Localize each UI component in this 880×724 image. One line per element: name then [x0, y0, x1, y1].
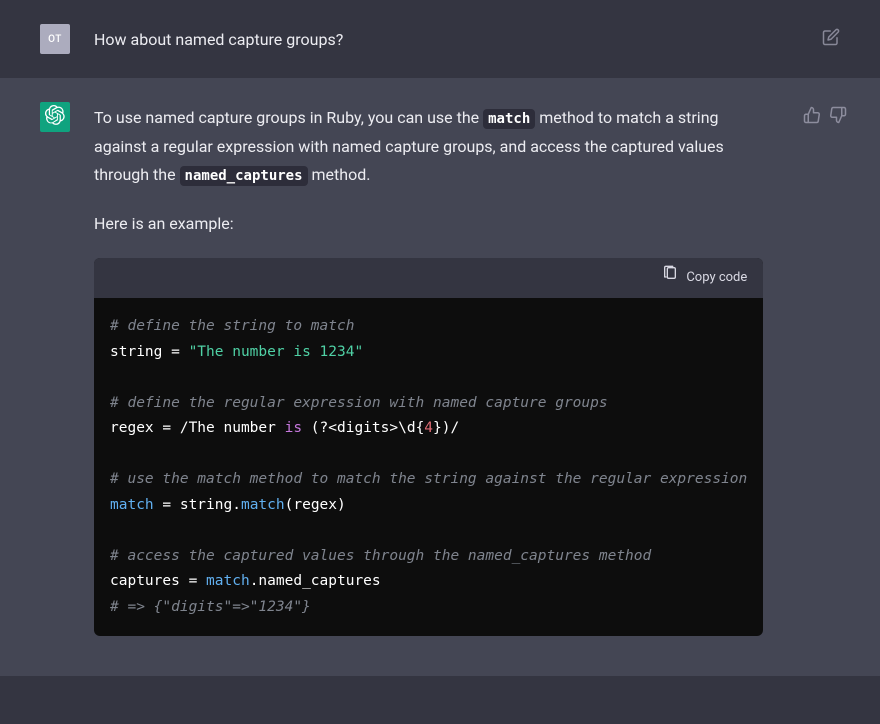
thumbs-up-icon[interactable]: [803, 106, 821, 124]
code-token: (regex): [285, 497, 346, 513]
edit-icon[interactable]: [822, 28, 840, 46]
code-token: .named_captures: [250, 573, 381, 589]
code-token: string =: [110, 344, 189, 360]
user-message-row: OT How about named capture groups?: [0, 0, 880, 78]
code-block-header: Copy code: [94, 258, 763, 298]
copy-code-label: Copy code: [686, 264, 747, 292]
user-actions: [780, 24, 840, 46]
code-keyword: is: [285, 420, 302, 436]
row-inner: OT How about named capture groups?: [40, 24, 840, 54]
assistant-paragraph-1: To use named capture groups in Ruby, you…: [94, 104, 763, 190]
code-function: match: [110, 497, 154, 513]
example-intro-text: Here is an example:: [94, 214, 234, 233]
assistant-message-row: To use named capture groups in Ruby, you…: [0, 78, 880, 676]
code-string: "The number is 1234": [189, 344, 364, 360]
thumbs-down-icon[interactable]: [829, 106, 847, 124]
code-comment: # define the regular expression with nam…: [110, 395, 608, 411]
user-avatar-initials: OT: [48, 34, 62, 45]
code-comment: # use the match method to match the stri…: [110, 471, 747, 487]
code-token: })/: [433, 420, 459, 436]
assistant-avatar: [40, 102, 70, 132]
code-function: match: [206, 573, 250, 589]
code-token: regex = /The number: [110, 420, 285, 436]
openai-logo-icon: [45, 105, 65, 129]
text-segment: To use named capture groups in Ruby, you…: [94, 108, 483, 127]
code-token: (?<digits>\d{: [302, 420, 424, 436]
code-block-body: # define the string to match string = "T…: [94, 298, 763, 636]
user-message-content: How about named capture groups?: [94, 24, 756, 54]
clipboard-icon: [662, 264, 678, 292]
assistant-actions: [787, 102, 847, 124]
text-segment: method.: [308, 165, 371, 184]
code-token: = string.: [154, 497, 241, 513]
inline-code-match: match: [483, 109, 535, 129]
assistant-message-content: To use named capture groups in Ruby, you…: [94, 102, 763, 636]
code-comment: # => {"digits"=>"1234"}: [110, 599, 311, 615]
code-function: match: [241, 497, 285, 513]
user-avatar: OT: [40, 24, 70, 54]
assistant-paragraph-2: Here is an example:: [94, 210, 763, 238]
inline-code-named-captures: named_captures: [180, 166, 308, 186]
code-token: captures =: [110, 573, 206, 589]
copy-code-button[interactable]: Copy code: [662, 264, 747, 292]
user-message-text: How about named capture groups?: [94, 30, 343, 49]
code-block: Copy code # define the string to match s…: [94, 258, 763, 636]
code-comment: # define the string to match: [110, 318, 354, 334]
code-number: 4: [424, 420, 433, 436]
row-inner: To use named capture groups in Ruby, you…: [40, 102, 840, 636]
code-comment: # access the captured values through the…: [110, 548, 651, 564]
